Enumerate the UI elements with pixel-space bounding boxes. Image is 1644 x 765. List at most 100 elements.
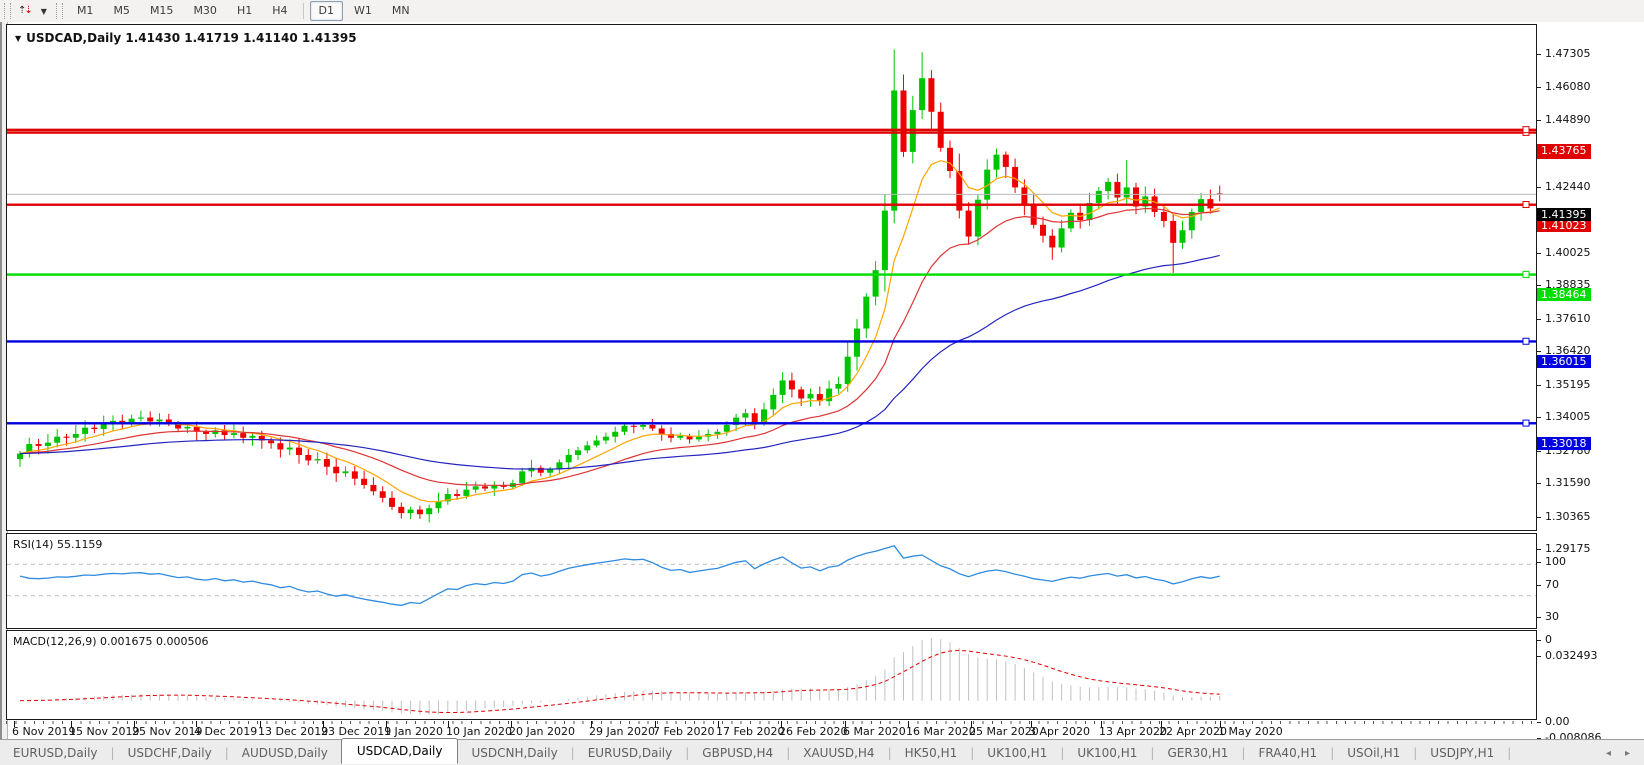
price-tick-mark bbox=[1537, 187, 1541, 188]
price-tick-label: 1.44890 bbox=[1545, 113, 1591, 126]
toolbar-grip[interactable] bbox=[4, 3, 11, 19]
tab-scroll-right-icon[interactable]: ▸ bbox=[1625, 748, 1630, 759]
timeframe-m1[interactable]: M1 bbox=[68, 1, 103, 21]
price-tick-mark bbox=[1537, 319, 1541, 320]
hline-price-label: 1.33018 bbox=[1537, 437, 1591, 450]
date-tick-label: 25 Nov 2019 bbox=[132, 725, 202, 738]
price-tick-mark bbox=[1537, 54, 1541, 55]
macd-tick-label: 0.032493 bbox=[1545, 649, 1598, 662]
date-tick-label: 10 Jan 2020 bbox=[446, 725, 512, 738]
tab-fra40-h1[interactable]: FRA40,H1 bbox=[1245, 742, 1330, 764]
chart-cursor-icon[interactable]: ⇡ ⇣ bbox=[15, 2, 36, 20]
price-tick-mark bbox=[1537, 549, 1541, 550]
chart-tab-bar: EURUSD,Daily|USDCHF,Daily|AUDUSD,DailyUS… bbox=[0, 739, 1644, 765]
timeframe-m5[interactable]: M5 bbox=[104, 1, 139, 21]
hline-price-label: 1.36015 bbox=[1537, 355, 1591, 368]
chart-tabs: EURUSD,Daily|USDCHF,Daily|AUDUSD,DailyUS… bbox=[0, 740, 1511, 765]
date-tick-label: 4 Dec 2019 bbox=[194, 725, 257, 738]
tab-audusd-daily[interactable]: AUDUSD,Daily bbox=[229, 742, 341, 764]
mt4-terminal: ⇡ ⇣ ▼ M1M5M15M30H1H4 D1W1MN ▼ USDCAD,Dail… bbox=[0, 0, 1644, 765]
main-chart-panel[interactable]: ▼ USDCAD,Daily 1.41430 1.41719 1.41140 1… bbox=[6, 24, 1537, 531]
date-tick-label: 1 May 2020 bbox=[1218, 725, 1283, 738]
timeframe-buttons: M1M5M15M30H1H4 D1W1MN bbox=[67, 1, 420, 21]
price-tick-mark bbox=[1537, 385, 1541, 386]
tab-gbpusd-h4[interactable]: GBPUSD,H4 bbox=[689, 742, 786, 764]
timeframe-mn[interactable]: MN bbox=[383, 1, 419, 21]
date-tick-label: 13 Dec 2019 bbox=[258, 725, 328, 738]
rsi-tick-label: 100 bbox=[1545, 555, 1566, 568]
timeframe-d1[interactable]: D1 bbox=[310, 1, 343, 21]
macd-tick-label: 0.00 bbox=[1545, 715, 1570, 728]
price-tick-mark bbox=[1537, 253, 1541, 254]
tab-scroll-arrows: ◂ ▸ bbox=[1606, 748, 1630, 759]
arrow-down-icon: ⇣ bbox=[24, 6, 32, 16]
macd-label: MACD(12,26,9) 0.001675 0.000506 bbox=[13, 635, 209, 648]
chart-window: ▼ USDCAD,Daily 1.41430 1.41719 1.41140 1… bbox=[0, 22, 1644, 739]
toolbar-dropdown-caret[interactable]: ▼ bbox=[36, 7, 52, 16]
rsi-tick-mark bbox=[1537, 585, 1541, 586]
tab-ger30-h1[interactable]: GER30,H1 bbox=[1154, 742, 1241, 764]
date-axis-minor-ticks bbox=[6, 721, 1537, 724]
timeframe-m30[interactable]: M30 bbox=[184, 1, 226, 21]
tab-usdchf-daily[interactable]: USDCHF,Daily bbox=[115, 742, 225, 764]
date-tick-label: 1 Jan 2020 bbox=[384, 725, 443, 738]
date-tick-label: 6 Nov 2019 bbox=[12, 725, 75, 738]
date-tick-label: 7 Feb 2020 bbox=[653, 725, 714, 738]
macd-tick-mark bbox=[1537, 656, 1541, 657]
price-tick-label: 1.34005 bbox=[1545, 410, 1591, 423]
tab-usdcnh-daily[interactable]: USDCNH,Daily bbox=[458, 742, 570, 764]
tab-eurusd-daily[interactable]: EURUSD,Daily bbox=[575, 742, 686, 764]
date-axis[interactable]: 6 Nov 201915 Nov 201925 Nov 20194 Dec 20… bbox=[6, 721, 1537, 738]
toolbar-grip-2[interactable] bbox=[56, 3, 63, 19]
price-tick-label: 1.40025 bbox=[1545, 246, 1591, 259]
current-price-label: 1.41395 bbox=[1537, 208, 1591, 221]
rsi-tick-label: 0 bbox=[1545, 633, 1552, 646]
date-tick-label: 16 Mar 2020 bbox=[906, 725, 976, 738]
tab-usoil-h1[interactable]: USOil,H1 bbox=[1334, 742, 1413, 764]
timeframe-separator bbox=[303, 3, 304, 19]
rsi-tick-mark bbox=[1537, 640, 1541, 641]
tab-usdcad-daily[interactable]: USDCAD,Daily bbox=[341, 738, 459, 764]
tab-xauusd-h4[interactable]: XAUUSD,H4 bbox=[790, 742, 887, 764]
tab-hk50-h1[interactable]: HK50,H1 bbox=[892, 742, 971, 764]
tab-usdjpy-h1[interactable]: USDJPY,H1 bbox=[1417, 742, 1507, 764]
tab-uk100-h1[interactable]: UK100,H1 bbox=[1064, 742, 1150, 764]
timeframe-h1[interactable]: H1 bbox=[228, 1, 261, 21]
date-tick-label: 17 Feb 2020 bbox=[716, 725, 784, 738]
timeframe-w1[interactable]: W1 bbox=[345, 1, 381, 21]
tab-eurusd-daily[interactable]: EURUSD,Daily bbox=[0, 742, 111, 764]
price-tick-mark bbox=[1537, 483, 1541, 484]
timeframe-m15[interactable]: M15 bbox=[141, 1, 183, 21]
date-tick-label: 23 Dec 2019 bbox=[321, 725, 391, 738]
macd-panel[interactable]: MACD(12,26,9) 0.001675 0.000506 bbox=[6, 630, 1537, 720]
chart-dropdown-icon[interactable]: ▼ bbox=[15, 34, 21, 43]
price-tick-mark bbox=[1537, 351, 1541, 352]
price-tick-label: 1.47305 bbox=[1545, 47, 1591, 60]
tab-scroll-left-icon[interactable]: ◂ bbox=[1606, 748, 1611, 759]
price-axis[interactable]: 1.473051.460801.448901.436651.424401.412… bbox=[1537, 22, 1644, 739]
date-tick-label: 22 Apr 2020 bbox=[1159, 725, 1227, 738]
rsi-tick-label: 30 bbox=[1545, 610, 1559, 623]
price-tick-label: 1.29175 bbox=[1545, 542, 1591, 555]
hline-price-label: 1.43765 bbox=[1537, 144, 1591, 157]
rsi-panel[interactable]: RSI(14) 55.1159 bbox=[6, 533, 1537, 629]
date-tick-label: 15 Nov 2019 bbox=[69, 725, 139, 738]
chart-title: ▼ USDCAD,Daily 1.41430 1.41719 1.41140 1… bbox=[15, 31, 357, 45]
price-tick-label: 1.46080 bbox=[1545, 80, 1591, 93]
price-tick-label: 1.35195 bbox=[1545, 378, 1591, 391]
tab-uk100-h1[interactable]: UK100,H1 bbox=[974, 742, 1060, 764]
date-tick-label: 13 Apr 2020 bbox=[1099, 725, 1167, 738]
price-tick-mark bbox=[1537, 120, 1541, 121]
date-tick-label: 29 Jan 2020 bbox=[589, 725, 655, 738]
timeframe-h4[interactable]: H4 bbox=[263, 1, 296, 21]
date-tick-label: 26 Feb 2020 bbox=[779, 725, 847, 738]
price-tick-mark bbox=[1537, 517, 1541, 518]
date-tick-label: 3 Apr 2020 bbox=[1029, 725, 1090, 738]
price-tick-mark bbox=[1537, 417, 1541, 418]
rsi-label: RSI(14) 55.1159 bbox=[13, 538, 102, 551]
hline-price-label: 1.38464 bbox=[1537, 288, 1591, 301]
tab-separator: | bbox=[1507, 746, 1511, 760]
timeframe-toolbar: ⇡ ⇣ ▼ M1M5M15M30H1H4 D1W1MN bbox=[0, 0, 1644, 23]
macd-tick-mark bbox=[1537, 722, 1541, 723]
price-tick-mark bbox=[1537, 87, 1541, 88]
